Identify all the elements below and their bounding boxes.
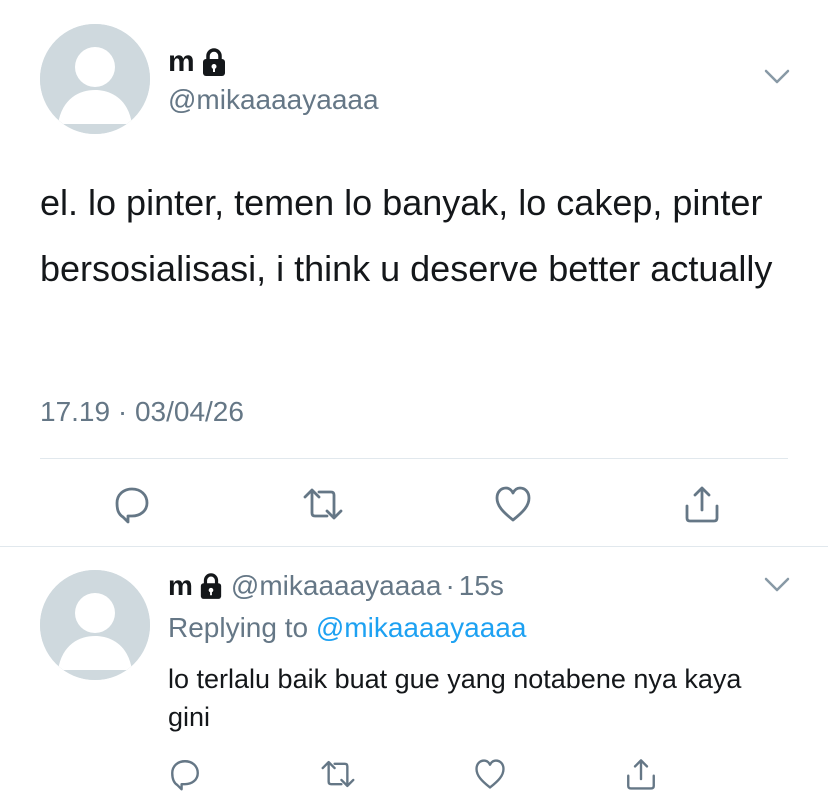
- reply-author-row: m @mikaaaayaaaa · 15s: [168, 568, 504, 604]
- tweet-timestamp[interactable]: 17.19 · 03/04/26: [40, 396, 244, 428]
- reply-text: lo terlalu baik buat gue yang notabene n…: [168, 664, 742, 732]
- reply-icon: [171, 760, 199, 791]
- tweet-separator: [0, 546, 828, 547]
- reply-actions: [168, 756, 658, 792]
- chevron-down-icon[interactable]: [764, 576, 790, 594]
- share-icon: [685, 486, 719, 523]
- lock-icon: [199, 572, 223, 600]
- like-button[interactable]: [473, 758, 507, 790]
- avatar[interactable]: [40, 24, 150, 134]
- replying-mention-link[interactable]: @mikaaaayaaaa: [316, 612, 527, 643]
- divider: [40, 458, 788, 459]
- tweet-text: el. lo pinter, temen lo banyak, lo cakep…: [40, 182, 773, 289]
- replying-to: Replying to @mikaaaayaaaa: [168, 612, 526, 644]
- default-avatar-icon: [40, 570, 150, 680]
- reply-time[interactable]: 15s: [459, 570, 504, 602]
- like-button[interactable]: [493, 485, 533, 523]
- reply-display-name[interactable]: m: [168, 570, 193, 602]
- retweet-button[interactable]: [319, 757, 357, 791]
- reply-button[interactable]: [168, 757, 202, 791]
- like-icon: [495, 486, 531, 522]
- reply-avatar[interactable]: [40, 570, 150, 680]
- tweet-actions: [112, 482, 722, 526]
- default-avatar-icon: [40, 24, 150, 134]
- reply-handle[interactable]: @mikaaaayaaaa: [231, 570, 442, 602]
- retweet-button[interactable]: [301, 484, 345, 524]
- retweet-icon: [303, 488, 343, 520]
- like-icon: [475, 759, 505, 789]
- chevron-down-icon[interactable]: [764, 68, 790, 86]
- replying-prefix: Replying to: [168, 612, 309, 643]
- reply-button[interactable]: [112, 484, 152, 524]
- share-icon: [627, 759, 655, 790]
- retweet-icon: [321, 760, 355, 788]
- time-separator: ·: [445, 570, 455, 601]
- author-name-row: m: [168, 44, 227, 80]
- lock-icon: [201, 47, 227, 77]
- share-button[interactable]: [624, 757, 658, 791]
- share-button[interactable]: [682, 484, 722, 524]
- display-name[interactable]: m: [168, 45, 195, 79]
- reply-icon: [115, 487, 149, 524]
- author-handle[interactable]: @mikaaaayaaaa: [168, 84, 379, 116]
